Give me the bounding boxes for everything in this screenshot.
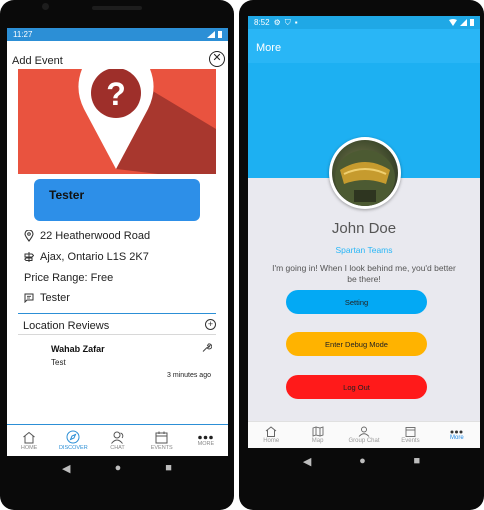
back-icon[interactable]: ◀ [303, 455, 311, 468]
phone-right: 8:52 ⚙ ⛉ ▪ More John Doe Spartan Teams I… [239, 0, 484, 510]
profile-quote: I'm going in! When I look behind me, you… [272, 263, 456, 284]
app-bar-title: More [256, 42, 282, 54]
battery-icon [218, 31, 222, 38]
avatar[interactable] [329, 137, 401, 209]
bottom-tab-bar: HOME DISCOVER CHAT EVENTS MORE [7, 424, 228, 456]
front-camera [42, 3, 49, 10]
battery-icon [470, 19, 474, 26]
section-divider [18, 313, 216, 314]
event-host: Tester [40, 292, 70, 304]
tab-more[interactable]: More [434, 422, 480, 448]
tab-group-chat[interactable]: Group Chat [341, 422, 387, 448]
status-icons [207, 31, 222, 38]
log-out-button[interactable]: Log Out [286, 375, 427, 399]
tab-home-label: Home [263, 438, 280, 444]
compass-icon [66, 430, 80, 444]
event-hero-image: ? [18, 69, 216, 174]
page-title: Add Event [12, 55, 63, 67]
address-city: Ajax, Ontario L1S 2K7 [40, 251, 149, 263]
android-nav-bar: ◀ ● ■ [239, 451, 484, 471]
home-button-icon[interactable]: ● [115, 462, 122, 474]
tab-map[interactable]: Map [294, 422, 340, 448]
tab-events-label: Events [401, 438, 420, 444]
tab-discover-label: DISCOVER [58, 445, 88, 451]
review-text: Test [51, 358, 66, 367]
screen-add-event: 11:27 Add Event ✕ ? Tester 22 Heatherwoo… [7, 28, 228, 456]
tab-events-label: EVENTS [150, 444, 173, 451]
screenshot-stage: 11:27 Add Event ✕ ? Tester 22 Heatherwoo… [0, 0, 484, 510]
sd-card-icon: ▪ [294, 18, 298, 27]
profile-name: John Doe [331, 220, 397, 237]
reviews-title: Location Reviews [23, 320, 110, 332]
profile-team[interactable]: Spartan Teams [248, 245, 480, 255]
address-street: 22 Heatherwood Road [40, 230, 151, 242]
status-icons [449, 19, 474, 26]
tab-events[interactable]: EVENTS [140, 425, 184, 456]
wrench-icon[interactable] [201, 342, 212, 353]
status-time: 8:52 [254, 18, 270, 27]
tab-more[interactable]: MORE [184, 425, 228, 456]
status-bar: 11:27 [7, 28, 228, 41]
svg-text:?: ? [106, 76, 126, 112]
status-time: 11:27 [13, 30, 33, 39]
tab-discover[interactable]: DISCOVER [51, 425, 95, 456]
screen-more: 8:52 ⚙ ⛉ ▪ More John Doe Spartan Teams I… [248, 16, 480, 448]
phone-left: 11:27 Add Event ✕ ? Tester 22 Heatherwoo… [0, 0, 234, 510]
event-name: Tester [49, 188, 85, 202]
review-author: Wahab Zafar [51, 344, 105, 354]
back-icon[interactable]: ◀ [62, 462, 70, 475]
tab-group-chat-label: Group Chat [348, 438, 380, 444]
price-row: Price Range: Free [24, 272, 113, 284]
tab-more-label: More [449, 434, 464, 441]
event-name-card: Tester [34, 179, 200, 221]
status-bar: 8:52 ⚙ ⛉ ▪ [248, 16, 480, 29]
signal-icon [207, 31, 215, 38]
address-street-row: 22 Heatherwood Road [24, 230, 150, 242]
reviews-divider [18, 334, 216, 335]
signal-icon [460, 19, 467, 26]
recents-icon[interactable]: ■ [165, 462, 172, 474]
price-range: Price Range: Free [24, 272, 114, 284]
address-city-row: Ajax, Ontario L1S 2K7 [24, 251, 149, 263]
recents-icon[interactable]: ■ [413, 455, 420, 467]
question-map-pin-icon: ? [78, 69, 216, 174]
host-row: Tester [24, 292, 70, 304]
shield-icon: ⛉ [284, 17, 291, 27]
tab-more-label: MORE [197, 440, 215, 447]
home-icon [265, 426, 277, 437]
tab-chat[interactable]: CHAT [95, 425, 139, 456]
more-dots-icon [198, 435, 214, 439]
calendar-icon [405, 427, 416, 437]
map-icon [312, 426, 324, 437]
helmet-portrait-icon [335, 150, 395, 206]
app-bar: More [248, 29, 480, 63]
bottom-tab-bar: Home Map Group Chat Events More [248, 421, 480, 448]
more-dots-icon [450, 430, 463, 433]
tab-home-label: HOME [20, 444, 38, 451]
chat-users-icon [111, 431, 124, 444]
close-icon[interactable]: ✕ [209, 51, 225, 67]
home-icon [23, 431, 35, 443]
add-review-icon[interactable]: + [205, 319, 216, 330]
location-pin-icon [24, 230, 34, 242]
tab-home[interactable]: Home [248, 422, 294, 448]
android-nav-bar: ◀ ● ■ [0, 458, 234, 478]
message-icon [24, 293, 34, 303]
tab-chat-label: CHAT [110, 444, 125, 451]
home-button-icon[interactable]: ● [359, 455, 366, 467]
tab-home[interactable]: HOME [7, 425, 51, 456]
debug-mode-button[interactable]: Enter Debug Mode [286, 332, 427, 356]
setting-button[interactable]: Setting [286, 290, 427, 314]
signpost-icon [24, 252, 34, 262]
settings-gear-icon: ⚙ [273, 18, 281, 27]
status-left: 8:52 ⚙ ⛉ ▪ [254, 18, 298, 28]
calendar-icon [155, 431, 168, 443]
tab-map-label: Map [311, 438, 324, 444]
group-chat-icon [358, 426, 369, 437]
review-time: 3 minutes ago [167, 372, 211, 379]
tab-events[interactable]: Events [387, 422, 433, 448]
wifi-icon [449, 19, 457, 26]
avatar-image [332, 140, 398, 206]
earpiece [92, 6, 142, 10]
